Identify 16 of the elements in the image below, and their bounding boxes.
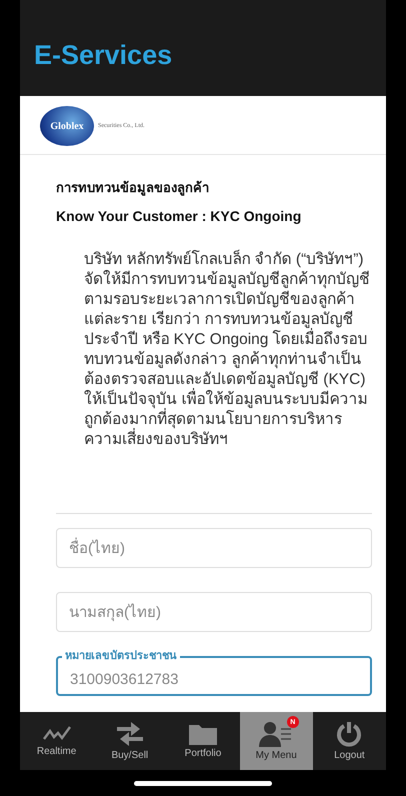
- power-icon: [336, 721, 362, 747]
- input-field[interactable]: ชื่อ(ไทย): [56, 528, 372, 568]
- swap-arrows-icon: [114, 721, 145, 747]
- input-field[interactable]: นามสกุล(ไทย): [56, 592, 372, 632]
- chart-line-icon: [42, 725, 71, 743]
- folder-icon: [189, 723, 217, 745]
- user-list-icon: [259, 721, 294, 747]
- app-title: E-Services: [34, 40, 172, 70]
- kyc-description: บริษัท หลักทรัพย์โกลเบล็ก จำกัด (“บริษัทฯ”) จัดให้มีการทบทวนข้อมูลบัญชีลูกค้าทุกบัญชี ตามรอบระยะเวลาการเปิดบัญชีของลูกค้า แต่ละราย เรียกว่า การทบทวนข้อมูลบัญชี ประจำปี หรือ KYC Ongoing โดยเมื่อถึงรอบ ทบทวนข้อมูลดังกล่าว ลูกค้าทุกท่านจำเป็น ต้องตรวจสอบและอัปเดตข้อมูลบัญชี (KYC) ให้เป็นปัจจุบัน เพื่อให้ข้อมูลบนระบบมีความ ถูกต้องมากที่สุดตามนโยบายการบริหาร ความเสี่ยงของบริษัทฯ: [84, 250, 371, 450]
- company-logo: Globlex: [40, 106, 94, 146]
- section-heading: การทบทวนข้อมูลของลูกค้า: [56, 179, 210, 198]
- tab-bar-item[interactable]: Buy/Sell: [93, 712, 166, 770]
- section-subheading: Know Your Customer : KYC Ongoing: [56, 208, 302, 224]
- tab-bar-item[interactable]: Portfolio: [166, 712, 240, 770]
- tab-bar-item[interactable]: Logout: [312, 712, 386, 770]
- tab-bar-item[interactable]: Realtime: [20, 712, 94, 770]
